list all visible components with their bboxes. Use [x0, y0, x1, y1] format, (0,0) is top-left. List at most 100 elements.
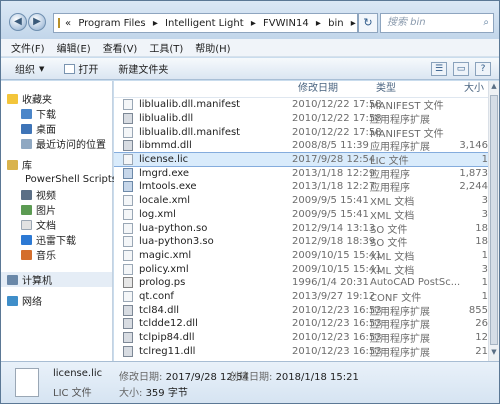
file-size: 1,873	[459, 167, 488, 179]
column-name[interactable]	[114, 81, 292, 97]
file-row[interactable]: prolog.ps 1996/1/4 20:31 AutoCAD PostSc...…	[114, 276, 488, 290]
file-row[interactable]: lua-python3.so 2012/9/18 18:39 SO 文件 18	[114, 235, 488, 249]
file-name-cell[interactable]: policy.xml	[114, 263, 292, 275]
nav-documents[interactable]: 文档	[1, 217, 112, 232]
file-row[interactable]: magic.xml 2009/10/15 15:41 XML 文档 1	[114, 249, 488, 263]
file-name-cell[interactable]: prolog.ps	[114, 277, 292, 289]
breadcrumb-separator[interactable]: ▸	[351, 18, 356, 29]
nav-libraries[interactable]: 库	[1, 157, 112, 172]
column-size[interactable]: 大小	[456, 81, 488, 97]
file-row[interactable]: tcl84.dll 2010/12/23 16:53 应用程序扩展 855	[114, 303, 488, 318]
file-row[interactable]: license.lic 2017/9/28 12:54 LIC 文件 1	[114, 151, 489, 168]
new-folder-button[interactable]: 新建文件夹	[118, 61, 168, 76]
breadcrumb-separator[interactable]: ▸	[251, 18, 256, 29]
breadcrumb-separator[interactable]: ▸	[316, 18, 321, 29]
open-button[interactable]: 打开	[64, 61, 98, 76]
file-type: XML 文档	[370, 265, 415, 277]
menu-edit[interactable]: 编辑(E)	[57, 40, 91, 55]
refresh-button[interactable]: ↻	[358, 13, 378, 33]
file-name-cell[interactable]: lmtools.exe	[114, 181, 292, 193]
breadcrumb-intelligent-light[interactable]: Intelligent Light	[165, 18, 244, 29]
nav-computer[interactable]: 计算机	[1, 272, 112, 287]
file-row[interactable]: locale.xml 2009/9/5 15:41 XML 文档 3	[114, 194, 488, 208]
search-input[interactable]: 搜索 bin ⌕	[380, 13, 494, 33]
file-row[interactable]: liblualib.dll 2010/12/22 17:58 应用程序扩展	[114, 112, 488, 126]
file-row[interactable]: qt.conf 2013/9/27 19:12 CONF 文件 1	[114, 290, 488, 304]
file-name-cell[interactable]: libmmd.dll	[114, 140, 292, 152]
new-folder-label: 新建文件夹	[118, 65, 169, 76]
file-name-cell[interactable]: magic.xml	[114, 249, 292, 261]
scroll-down-icon[interactable]: ▼	[489, 348, 499, 360]
file-row[interactable]: tclreg11.dll 2010/12/23 16:53 应用程序扩展 21	[114, 344, 488, 359]
file-type-icon	[123, 167, 133, 179]
nav-desktop[interactable]: 桌面	[1, 121, 112, 136]
file-row[interactable]: log.xml 2009/9/5 15:41 XML 文档 3	[114, 208, 488, 222]
forward-arrow-icon[interactable]: ▶	[28, 13, 46, 31]
file-name-cell[interactable]: license.lic	[114, 154, 292, 166]
file-name-cell[interactable]: lua-python.so	[114, 222, 292, 234]
file-name-cell[interactable]: locale.xml	[114, 195, 292, 207]
nav-thunder[interactable]: 迅雷下载	[1, 232, 112, 247]
file-name-cell[interactable]: tclpip84.dll	[114, 332, 292, 344]
breadcrumb-separator[interactable]: ▸	[153, 18, 158, 29]
nav-libraries-label: 库	[22, 161, 32, 172]
file-size: 3	[481, 195, 488, 207]
breadcrumb-bin[interactable]: bin	[328, 18, 343, 29]
nav-favorites[interactable]: 收藏夹	[1, 91, 112, 106]
file-name: log.xml	[139, 208, 176, 220]
search-icon[interactable]: ⌕	[483, 14, 489, 32]
file-row[interactable]: policy.xml 2009/10/15 15:41 XML 文档 3	[114, 262, 488, 277]
scroll-thumb[interactable]	[490, 95, 498, 345]
file-date: 2013/9/27 19:12	[292, 290, 376, 302]
file-date: 1996/1/4 20:31	[292, 277, 369, 289]
file-row[interactable]: lua-python.so 2012/9/14 13:13 SO 文件 18	[114, 221, 488, 236]
file-row[interactable]: lmgrd.exe 2013/1/18 12:29 应用程序 1,873	[114, 166, 488, 181]
file-size: 18	[475, 222, 488, 234]
file-name-cell[interactable]: liblualib.dll.manifest	[114, 126, 292, 138]
menu-tools[interactable]: 工具(T)	[149, 40, 183, 55]
nav-videos[interactable]: 视频	[1, 187, 112, 202]
file-name-cell[interactable]: log.xml	[114, 208, 292, 220]
vertical-scrollbar[interactable]: ▲ ▼	[488, 81, 499, 361]
nav-recent[interactable]: 最近访问的位置	[1, 136, 112, 151]
nav-network-label: 网络	[22, 297, 42, 308]
organize-button[interactable]: 组织 ▼	[15, 61, 44, 77]
file-row[interactable]: lmtools.exe 2013/1/18 12:27 应用程序 2,244	[114, 180, 488, 194]
file-name-cell[interactable]: tclreg11.dll	[114, 345, 292, 357]
breadcrumb-program-files[interactable]: Program Files	[78, 18, 145, 29]
file-type-icon	[123, 208, 133, 220]
file-name-cell[interactable]: tcl84.dll	[114, 304, 292, 316]
help-icon[interactable]: ?	[475, 62, 491, 76]
menu-file[interactable]: 文件(F)	[11, 40, 45, 55]
view-options-icon[interactable]: ☰	[431, 62, 447, 76]
back-arrow-icon[interactable]: ◀	[9, 13, 27, 31]
column-date[interactable]: 修改日期	[292, 81, 370, 97]
address-bar[interactable]: « Program Files ▸ Intelligent Light ▸ FV…	[53, 13, 358, 33]
file-row[interactable]: liblualib.dll.manifest 2010/12/22 17:58 MA…	[114, 98, 488, 112]
nav-powershell[interactable]: PowerShell Scripts	[1, 172, 117, 187]
file-row[interactable]: tcldde12.dll 2010/12/23 16:53 应用程序扩展 26	[114, 317, 488, 331]
scroll-up-icon[interactable]: ▲	[489, 82, 499, 94]
file-date: 2010/12/23 16:53	[292, 318, 382, 330]
file-row[interactable]: libmmd.dll 2008/8/5 11:39 应用程序扩展 3,146	[114, 139, 488, 153]
nav-music[interactable]: 音乐	[1, 247, 112, 262]
preview-pane-icon[interactable]: ▭	[453, 62, 469, 76]
file-name-cell[interactable]: lmgrd.exe	[114, 167, 292, 179]
file-row[interactable]: liblualib.dll.manifest 2010/12/22 17:58 MA…	[114, 125, 488, 140]
menu-view[interactable]: 查看(V)	[103, 40, 138, 55]
file-name-cell[interactable]: qt.conf	[114, 290, 292, 302]
address-row: ◀ ▶ « Program Files ▸ Intelligent Light …	[1, 1, 499, 39]
breadcrumb-overflow[interactable]: «	[65, 18, 71, 29]
file-name-cell[interactable]: tcldde12.dll	[114, 318, 292, 330]
breadcrumb-fvwin14[interactable]: FVWIN14	[263, 18, 309, 29]
file-row[interactable]: tclpip84.dll 2010/12/23 16:53 应用程序扩展 12	[114, 331, 488, 345]
file-size: 1	[481, 154, 488, 166]
file-name-cell[interactable]: liblualib.dll	[114, 113, 292, 125]
nav-downloads[interactable]: 下载	[1, 106, 112, 121]
nav-network[interactable]: 网络	[1, 293, 112, 308]
column-type[interactable]: 类型	[370, 81, 456, 97]
nav-pictures[interactable]: 图片	[1, 202, 112, 217]
file-name-cell[interactable]: lua-python3.so	[114, 236, 292, 248]
file-name-cell[interactable]: liblualib.dll.manifest	[114, 99, 292, 111]
menu-help[interactable]: 帮助(H)	[195, 40, 230, 55]
